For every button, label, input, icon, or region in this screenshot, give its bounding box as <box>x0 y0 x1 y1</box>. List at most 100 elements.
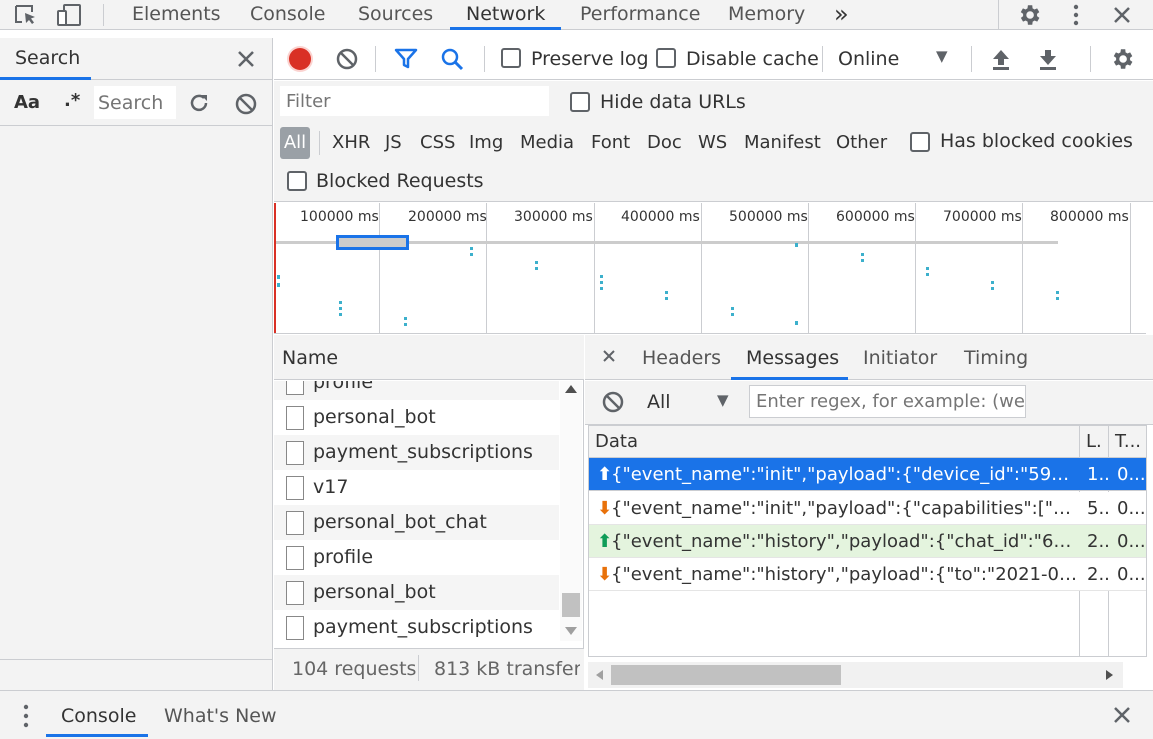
message-filter-select[interactable]: All <box>647 391 671 413</box>
time-column-header[interactable]: T... <box>1115 431 1141 452</box>
close-detail-icon[interactable] <box>602 349 616 363</box>
preserve-log-checkbox[interactable] <box>501 48 521 68</box>
request-name: personal_bot <box>313 581 436 603</box>
filter-other[interactable]: Other <box>836 132 887 153</box>
disable-cache-label: Disable cache <box>686 48 819 70</box>
clear-messages-icon[interactable] <box>601 390 625 414</box>
match-case-toggle[interactable]: Aa <box>14 92 40 113</box>
clear-icon[interactable] <box>335 47 359 71</box>
message-row[interactable]: ⬇{"event_name":"init","payload":{"capabi… <box>589 492 1146 525</box>
message-row[interactable]: ⬆{"event_name":"history","payload":{"cha… <box>589 525 1146 558</box>
data-column-header[interactable]: Data <box>595 431 638 452</box>
message-length: 2... <box>1087 564 1109 585</box>
inspect-element-icon[interactable] <box>14 4 38 26</box>
drawer-tab-console[interactable]: Console <box>61 705 136 727</box>
request-row[interactable]: profile <box>274 381 559 400</box>
tab-memory[interactable]: Memory <box>728 0 805 30</box>
settings-icon[interactable] <box>1016 2 1042 28</box>
filter-css[interactable]: CSS <box>420 132 455 153</box>
import-har-icon[interactable] <box>990 47 1012 71</box>
refresh-icon[interactable] <box>187 91 211 115</box>
search-icon[interactable] <box>440 47 464 71</box>
scroll-thumb[interactable] <box>562 593 580 617</box>
chevron-down-icon[interactable]: ▼ <box>717 391 729 409</box>
search-panel: Search Aa .* <box>0 38 273 690</box>
detail-pane: Headers Messages Initiator Timing All ▼ … <box>585 335 1153 690</box>
name-column-header[interactable]: Name <box>282 347 338 369</box>
filter-doc[interactable]: Doc <box>647 132 682 153</box>
request-name: payment_subscriptions <box>313 441 533 463</box>
filter-js[interactable]: JS <box>385 132 402 153</box>
tab-initiator[interactable]: Initiator <box>863 347 937 369</box>
device-toolbar-icon[interactable] <box>56 3 84 27</box>
message-row[interactable]: ⬇{"event_name":"history","payload":{"to"… <box>589 558 1146 591</box>
scroll-left-icon[interactable] <box>596 670 603 680</box>
filter-xhr[interactable]: XHR <box>332 132 370 153</box>
tab-network[interactable]: Network <box>450 0 562 30</box>
filter-img[interactable]: Img <box>469 132 503 153</box>
tab-elements[interactable]: Elements <box>132 0 221 30</box>
message-row-selected[interactable]: ⬆{"event_name":"init","payload":{"device… <box>589 458 1146 491</box>
timeline-overview[interactable]: 100000 ms 200000 ms 300000 ms 400000 ms … <box>274 203 1146 334</box>
tab-timing[interactable]: Timing <box>964 347 1028 369</box>
filter-ws[interactable]: WS <box>698 132 727 153</box>
export-har-icon[interactable] <box>1037 47 1059 71</box>
disable-cache-checkbox[interactable] <box>656 48 676 68</box>
clear-search-icon[interactable] <box>234 92 258 116</box>
tab-console[interactable]: Console <box>250 0 325 30</box>
regex-toggle[interactable]: .* <box>64 90 80 111</box>
request-row[interactable]: personal_bot_chat <box>274 505 559 540</box>
chevron-down-icon[interactable]: ▼ <box>936 47 948 65</box>
filter-font[interactable]: Font <box>591 132 630 153</box>
length-column-header[interactable]: L. <box>1086 431 1102 452</box>
requests-count: 104 requests <box>292 658 417 680</box>
tab-headers[interactable]: Headers <box>642 347 721 369</box>
messages-hscrollbar[interactable] <box>588 662 1123 688</box>
request-row[interactable]: profile <box>274 540 559 575</box>
request-row[interactable]: personal_bot <box>274 575 559 610</box>
search-panel-title[interactable]: Search <box>15 47 80 69</box>
throttling-select[interactable]: Online <box>838 48 899 70</box>
regex-filter-input[interactable] <box>749 385 1026 418</box>
network-settings-icon[interactable] <box>1109 46 1135 72</box>
has-blocked-cookies-checkbox[interactable] <box>910 132 930 152</box>
kebab-menu-icon[interactable] <box>1066 3 1086 27</box>
filter-all[interactable]: All <box>280 127 310 159</box>
transferred-size: 813 kB transferre <box>434 658 580 680</box>
hscroll-thumb[interactable] <box>611 665 841 685</box>
close-devtools-icon[interactable] <box>1112 5 1132 25</box>
request-name: profile <box>313 546 374 568</box>
close-search-icon[interactable] <box>236 49 256 69</box>
message-data: {"event_name":"history","payload":{"chat… <box>611 531 1077 552</box>
more-tabs-icon[interactable]: » <box>834 0 849 30</box>
drawer-menu-icon[interactable] <box>18 703 34 729</box>
request-row[interactable]: personal_bot <box>274 400 559 435</box>
drawer-tab-whats-new[interactable]: What's New <box>164 705 277 727</box>
filter-manifest[interactable]: Manifest <box>744 132 821 153</box>
filter-icon[interactable] <box>394 48 418 70</box>
request-row[interactable]: v17 <box>274 470 559 505</box>
filter-media[interactable]: Media <box>520 132 574 153</box>
scroll-right-icon[interactable] <box>1106 670 1113 680</box>
tab-performance[interactable]: Performance <box>580 0 700 30</box>
requests-panel: Name profile personal_bot payment_subscr… <box>274 335 584 690</box>
blocked-requests-checkbox[interactable] <box>287 171 307 191</box>
record-button[interactable] <box>289 48 311 70</box>
devtools-tabbar: Elements Console Sources Network Perform… <box>0 0 1153 30</box>
filter-input[interactable] <box>280 86 549 116</box>
tab-sources[interactable]: Sources <box>358 0 433 30</box>
close-drawer-icon[interactable] <box>1112 705 1132 725</box>
received-arrow-icon: ⬇ <box>597 498 613 519</box>
scroll-up-icon[interactable] <box>565 385 577 393</box>
hide-data-urls-checkbox[interactable] <box>570 92 590 112</box>
search-input[interactable] <box>94 86 176 119</box>
requests-scrollbar[interactable] <box>560 381 582 641</box>
blocked-requests-label: Blocked Requests <box>316 170 484 192</box>
request-row[interactable]: payment_subscriptions <box>274 610 559 641</box>
request-row[interactable]: payment_subscriptions <box>274 435 559 470</box>
scroll-down-icon[interactable] <box>565 627 577 635</box>
request-name: personal_bot_chat <box>313 511 487 533</box>
tab-messages[interactable]: Messages <box>746 347 839 369</box>
message-data: {"event_name":"init","payload":{"device_… <box>611 464 1077 485</box>
message-length: 5... <box>1087 498 1109 519</box>
